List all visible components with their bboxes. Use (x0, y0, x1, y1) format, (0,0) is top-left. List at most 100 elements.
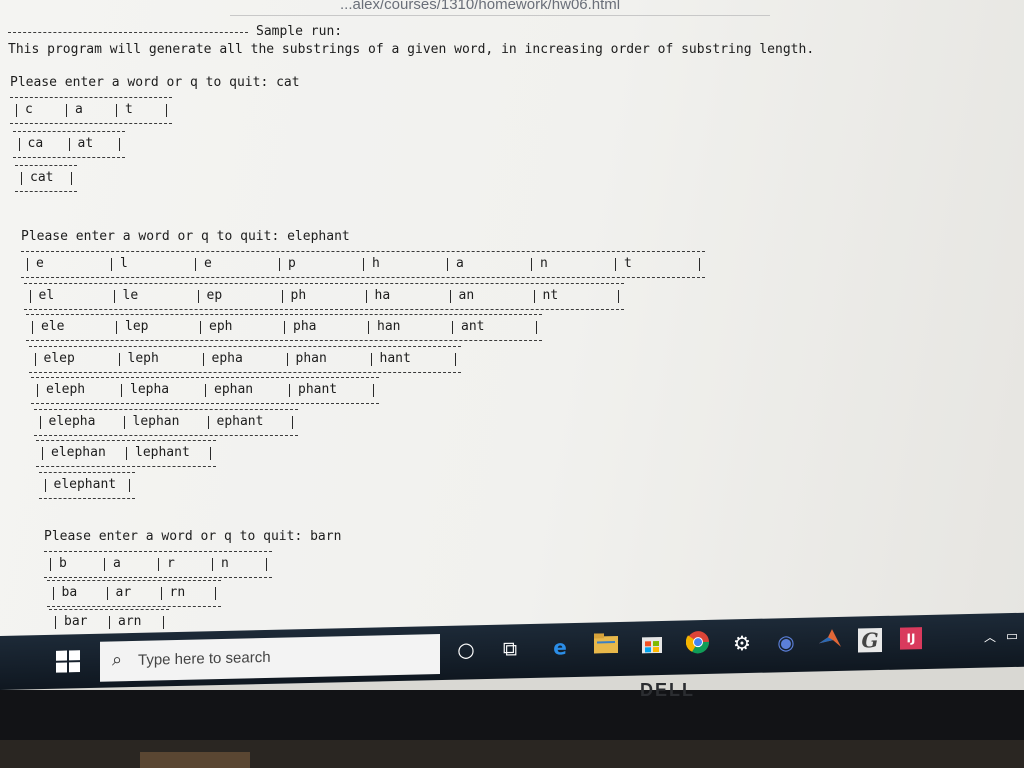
chrome-icon[interactable] (684, 630, 712, 659)
cell-separator (202, 352, 204, 366)
edge-icon[interactable]: e (546, 633, 574, 662)
substring-cell: elephant (53, 476, 117, 492)
cell-separator (158, 558, 159, 571)
substring-cell: ca (27, 136, 44, 151)
dash-rule (26, 340, 542, 341)
substring-cell: ph (290, 287, 307, 303)
cell-separator (365, 289, 367, 303)
dash-rule (21, 251, 705, 252)
cell-separator (66, 104, 67, 117)
substring-cell: hant (379, 350, 411, 366)
dell-logo: DELL (640, 680, 695, 700)
dash-rule (28, 371, 461, 373)
cell-separator (116, 104, 117, 117)
intro-text: This program will generate all the subst… (8, 42, 815, 57)
file-explorer-icon[interactable] (592, 632, 620, 661)
cell-separator (200, 321, 201, 334)
greenfoot-icon[interactable]: G (858, 627, 882, 653)
cortana-circle-icon[interactable]: ○ (452, 635, 480, 664)
cell-separator (531, 258, 532, 271)
cell-separator (39, 415, 41, 429)
cell-separator (123, 415, 125, 429)
row-end-separator (266, 558, 267, 571)
cell-separator (368, 321, 369, 334)
dash-rule (23, 282, 624, 284)
dash-rule (26, 314, 542, 315)
substring-cell: lep (125, 319, 149, 334)
search-placeholder: Type here to search (138, 648, 271, 669)
intellij-icon[interactable]: IJ (900, 627, 922, 650)
cell-separator (55, 616, 56, 629)
substring-cell: elephan (51, 445, 106, 460)
dash-rule (10, 97, 172, 98)
row-end-separator (373, 384, 374, 397)
substring-cell: a (456, 256, 464, 271)
dash-rule (33, 434, 298, 436)
eclipse-icon[interactable]: ◉ (772, 628, 800, 657)
substring-cell: p (288, 256, 296, 271)
dash-rule (12, 157, 125, 158)
battery-icon[interactable]: ▭ (998, 623, 1024, 652)
cell-separator (207, 415, 209, 429)
substring-cell: ephant (216, 413, 264, 429)
windows-start-icon[interactable] (56, 650, 80, 673)
substring-cell: a (75, 102, 83, 117)
row-end-separator (118, 138, 120, 151)
taskbar-search-box[interactable]: ⌕ Type here to search (100, 634, 440, 682)
cell-separator (116, 321, 117, 334)
row-end-separator (291, 415, 293, 429)
substring-cell: elepha (48, 413, 96, 429)
substring-cell: t (624, 256, 632, 271)
substring-cell: lephant (135, 445, 190, 460)
cell-separator (121, 384, 122, 397)
substring-cell: e (36, 256, 44, 271)
dash-rule (46, 580, 221, 581)
matlab-icon[interactable] (816, 627, 844, 656)
substring-cell: at (77, 136, 94, 151)
substring-cell: nt (542, 287, 559, 303)
dash-rule (44, 551, 272, 552)
dash-rule (38, 471, 135, 473)
substring-cell: ephan (214, 382, 254, 397)
row-end-separator (699, 258, 700, 271)
store-icon[interactable] (638, 631, 666, 660)
settings-gear-icon[interactable]: ⚙ (728, 629, 756, 658)
substring-cell: eleph (46, 382, 86, 397)
substring-cell: pha (293, 319, 317, 334)
cell-separator (212, 558, 213, 571)
row-end-separator (214, 587, 216, 600)
dash-rule (44, 577, 272, 578)
cell-separator (104, 558, 105, 571)
cell-separator (52, 587, 54, 600)
cell-separator (109, 616, 110, 629)
substring-cell: lepha (130, 382, 170, 397)
cell-separator (197, 289, 199, 303)
substring-cell: a (113, 556, 121, 571)
desk-object (140, 752, 250, 768)
substring-cell: rn (169, 585, 186, 600)
substring-cell: le (122, 287, 139, 303)
dash-rule (31, 403, 379, 404)
dash-rule (36, 466, 216, 467)
dash-rule (33, 408, 298, 410)
substring-cell: n (540, 256, 548, 271)
cell-separator (195, 258, 196, 271)
substring-cell: phan (295, 350, 327, 366)
substring-cell: ele (41, 319, 65, 334)
substring-cell: phant (298, 382, 338, 397)
cell-separator (447, 258, 448, 271)
substring-cell: elep (43, 350, 75, 366)
substring-cell: c (25, 102, 33, 117)
address-bar[interactable]: ...alex/courses/1310/homework/hw06.html (230, 0, 770, 16)
task-view-icon[interactable]: ⧉ (496, 634, 524, 663)
substring-cell: r (167, 556, 175, 571)
row-end-separator (163, 616, 164, 629)
dash-rule (38, 497, 135, 499)
substring-cell: lephan (132, 413, 180, 429)
cell-separator (205, 384, 206, 397)
substring-cell: l (120, 256, 128, 271)
substring-cell: ep (206, 287, 223, 303)
cell-separator (34, 352, 36, 366)
row-end-separator (128, 478, 130, 492)
substring-cell: han (377, 319, 401, 334)
